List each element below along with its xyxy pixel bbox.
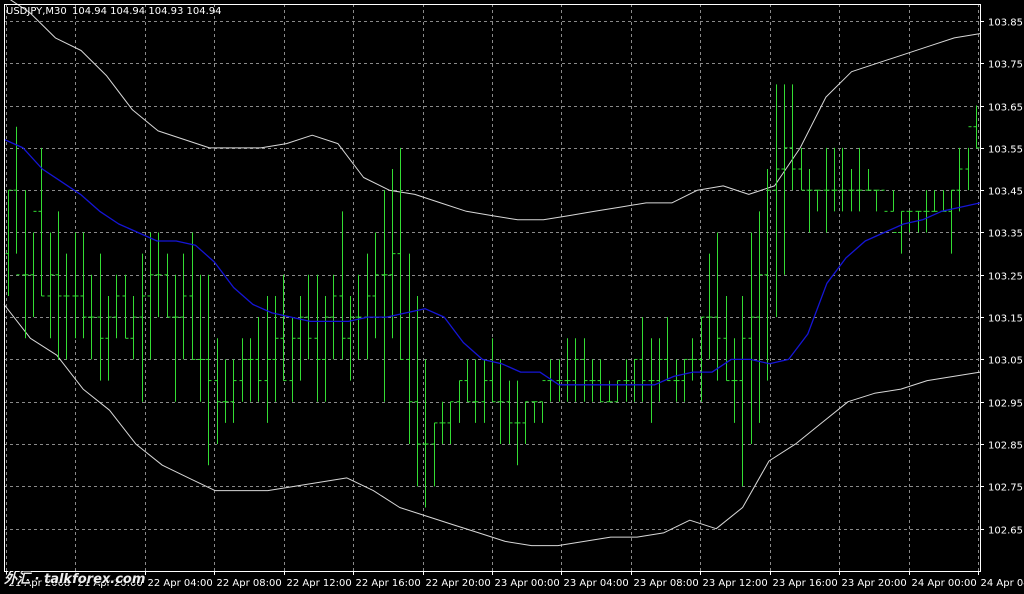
price-tick-label: 103.05 <box>988 356 1023 367</box>
chart-background <box>0 0 1024 594</box>
price-tick-label: 103.45 <box>988 187 1023 198</box>
time-tick-label: 23 Apr 16:00 <box>773 578 838 589</box>
chart-ohlc-readout: 104.94 104.94 104.93 104.94 <box>72 6 222 17</box>
price-tick-label: 103.25 <box>988 272 1023 283</box>
time-tick-label: 24 Apr 04:00 <box>981 578 1024 589</box>
price-tick-label: 103.35 <box>988 229 1023 240</box>
price-tick-label: 102.95 <box>988 399 1023 410</box>
time-tick-label: 23 Apr 00:00 <box>495 578 560 589</box>
watermark-logo: 外汇 · talkforex.com <box>4 572 146 587</box>
time-tick-label: 22 Apr 16:00 <box>356 578 421 589</box>
chart-symbol-label: USDJPY,M30 <box>6 6 67 17</box>
price-chart[interactable]: 103.85 103.75 103.65 103.55 103.45 103.35 103.… <box>0 0 1024 594</box>
price-tick-label: 103.55 <box>988 145 1023 156</box>
chart-window[interactable]: 103.85 103.75 103.65 103.55 103.45 103.35 103.… <box>0 0 1024 594</box>
time-tick-label: 22 Apr 12:00 <box>287 578 352 589</box>
time-tick-label: 23 Apr 20:00 <box>842 578 907 589</box>
price-tick-label: 102.75 <box>988 483 1023 494</box>
time-tick-label: 22 Apr 20:00 <box>426 578 491 589</box>
price-tick-label: 103.65 <box>988 103 1023 114</box>
price-tick-label: 103.85 <box>988 18 1023 29</box>
price-tick-label: 103.15 <box>988 314 1023 325</box>
time-tick-label: 22 Apr 08:00 <box>217 578 282 589</box>
price-tick-label: 102.65 <box>988 526 1023 537</box>
time-tick-label: 23 Apr 08:00 <box>634 578 699 589</box>
time-tick-label: 24 Apr 00:00 <box>912 578 977 589</box>
price-tick-label: 103.75 <box>988 60 1023 71</box>
time-tick-label: 23 Apr 12:00 <box>703 578 768 589</box>
time-tick-label: 23 Apr 04:00 <box>564 578 629 589</box>
price-tick-label: 102.85 <box>988 441 1023 452</box>
